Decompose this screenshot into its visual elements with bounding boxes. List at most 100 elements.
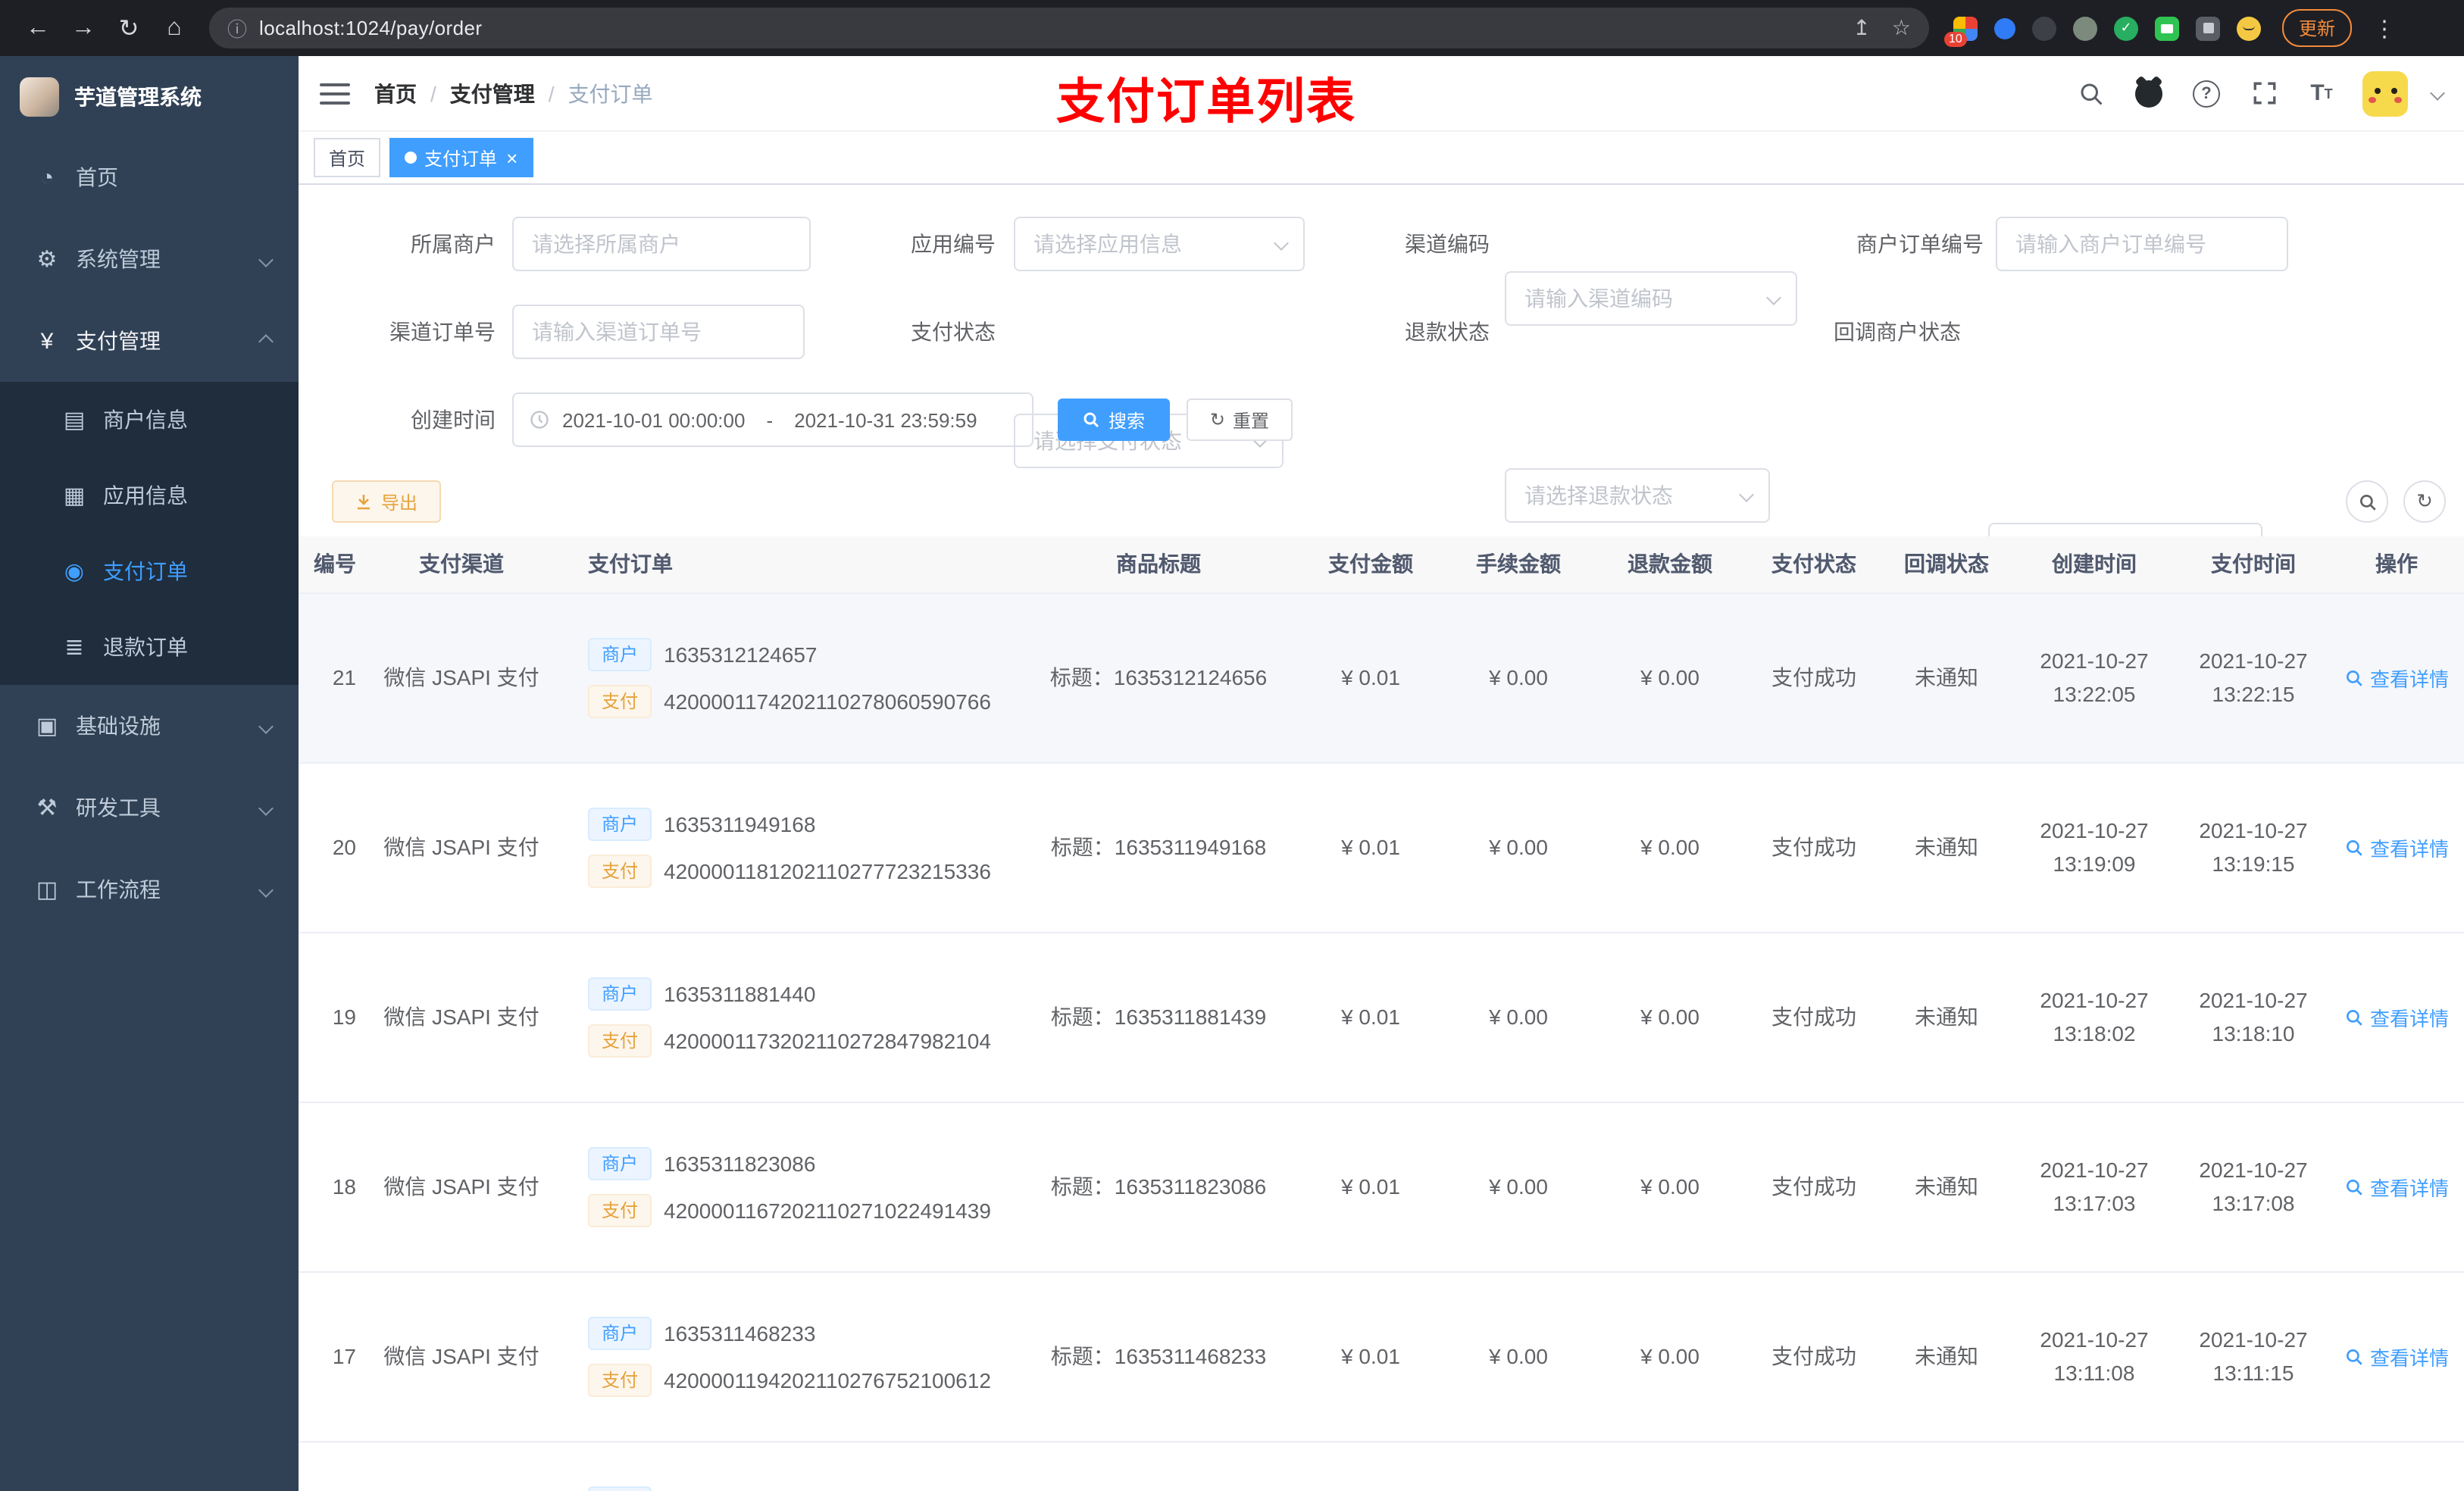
create-date: 2021-10-27 xyxy=(2040,818,2149,842)
sidebar-item-label: 工作流程 xyxy=(76,877,161,902)
filter-label-channel-order-no: 渠道订单号 xyxy=(389,320,496,344)
pay-order-no: 4200001167202110271022491439 xyxy=(664,1198,991,1222)
extension-colorful-icon[interactable]: 10 xyxy=(1944,16,1978,46)
export-button[interactable]: 导出 xyxy=(332,480,441,523)
sidebar-item-home[interactable]: ◔ 首页 xyxy=(0,136,299,218)
app-no-select[interactable]: 请选择应用信息 xyxy=(1014,217,1305,271)
app-logo-image xyxy=(20,77,59,116)
browser-chrome: ← → ↻ ⌂ ⓘ localhost:1024/pay/order ↥ ☆ 1… xyxy=(0,0,2464,56)
reload-button[interactable]: ↻ xyxy=(106,5,152,51)
column-header: 支付状态 xyxy=(1771,552,1856,577)
sidebar-item-app-info[interactable]: ▦ 应用信息 xyxy=(0,458,299,533)
select-placeholder: 请输入渠道编码 xyxy=(1524,286,1673,311)
extension-badge: 10 xyxy=(1944,31,1967,46)
view-detail-link[interactable]: 查看详情 xyxy=(2344,1342,2449,1371)
extension-check-icon[interactable]: ✓ xyxy=(2114,16,2138,40)
view-detail-link[interactable]: 查看详情 xyxy=(2344,1002,2449,1031)
bookmark-star-icon[interactable]: ☆ xyxy=(1892,15,1911,41)
forward-button[interactable]: → xyxy=(61,5,106,51)
site-info-icon[interactable]: ⓘ xyxy=(227,14,247,42)
filter-label-merchant-order-no: 商户订单编号 xyxy=(1856,232,1984,256)
pay-channel: 微信 JSAPI 支付 xyxy=(383,835,539,859)
reset-button[interactable]: ↻ 重置 xyxy=(1187,399,1293,441)
search-icon xyxy=(2346,1008,2362,1025)
merchant-order-no: 1635311949168 xyxy=(664,811,816,836)
sidebar-item-label: 商户信息 xyxy=(103,408,188,432)
merchant-tag: 商户 xyxy=(588,807,652,840)
search-icon xyxy=(2346,1178,2362,1195)
order-id: 21 xyxy=(332,665,356,689)
extensions-puzzle-icon[interactable] xyxy=(2196,16,2220,40)
sidebar-item-refund-order[interactable]: ≣ 退款订单 xyxy=(0,609,299,685)
fee-amount: ¥ 0.00 xyxy=(1489,1005,1548,1029)
extension-drop-icon[interactable] xyxy=(1994,17,2015,39)
sidebar-item-pay-order[interactable]: ◉ 支付订单 xyxy=(0,533,299,609)
sidebar-item-dev-tools[interactable]: ⚒ 研发工具 xyxy=(0,767,299,849)
github-icon[interactable] xyxy=(2132,77,2165,110)
close-icon[interactable]: × xyxy=(506,148,518,167)
channel-order-no-input[interactable] xyxy=(512,305,805,359)
share-icon[interactable]: ↥ xyxy=(1853,15,1870,41)
help-icon[interactable]: ? xyxy=(2190,77,2223,110)
pay-amount: ¥ 0.01 xyxy=(1341,665,1400,689)
merchant-order-no-input[interactable] xyxy=(1996,217,2288,271)
pay-amount: ¥ 0.01 xyxy=(1341,1005,1400,1029)
table-header-row: 编号 支付渠道 支付订单 商品标题 支付金额 手续金额 退款金额 支付状态 回调… xyxy=(299,536,2464,593)
reset-button-label: 重置 xyxy=(1233,410,1270,431)
export-button-label: 导出 xyxy=(380,492,417,513)
back-button[interactable]: ← xyxy=(15,5,61,51)
sidebar-item-workflow[interactable]: ◫ 工作流程 xyxy=(0,849,299,930)
avatar[interactable] xyxy=(2362,70,2408,116)
browser-menu-icon[interactable]: ⋮ xyxy=(2370,14,2399,42)
breadcrumb-item-payment[interactable]: 支付管理 xyxy=(450,78,535,108)
browser-update-button[interactable]: 更新 xyxy=(2282,9,2353,47)
main-content: 所属商户 应用编号 请选择应用信息 渠道编码 请输入渠道编码 商户订单编号 渠道… xyxy=(299,185,2464,1491)
sidebar-submenu-payment: ▤ 商户信息 ▦ 应用信息 ◉ 支付订单 ≣ 退款订单 xyxy=(0,382,299,685)
extension-smiley-icon[interactable] xyxy=(2237,16,2261,40)
refund-status-select[interactable]: 请选择退款状态 xyxy=(1505,468,1770,523)
table-row: 21 微信 JSAPI 支付 商户 1635312124657 支付 4200001… xyxy=(299,592,2464,763)
active-tab-dot xyxy=(405,152,417,164)
notify-status: 未通知 xyxy=(1915,1005,1978,1029)
notify-status: 未通知 xyxy=(1915,1344,1978,1368)
create-time-range-picker[interactable]: 2021-10-01 00:00:00 - 2021-10-31 23:59:5… xyxy=(512,392,1033,447)
chevron-down-icon[interactable] xyxy=(2430,86,2445,101)
view-detail-link[interactable]: 查看详情 xyxy=(2344,663,2449,692)
extension-chat-icon[interactable] xyxy=(2155,16,2179,40)
refresh-table-button[interactable]: ↻ xyxy=(2403,480,2446,523)
sidebar-toggle-icon[interactable] xyxy=(320,83,350,104)
check-icon: ✓ xyxy=(2120,20,2132,35)
extension-gray-icon[interactable] xyxy=(2073,16,2097,40)
view-detail-link[interactable]: 查看详情 xyxy=(2344,833,2449,861)
toggle-search-button[interactable] xyxy=(2346,480,2388,523)
search-button[interactable]: 搜索 xyxy=(1058,399,1170,441)
sidebar-item-payment[interactable]: ¥ 支付管理 xyxy=(0,300,299,382)
sidebar-item-merchant-info[interactable]: ▤ 商户信息 xyxy=(0,382,299,458)
sidebar-item-infrastructure[interactable]: ▣ 基础设施 xyxy=(0,685,299,767)
font-size-icon[interactable]: TT xyxy=(2305,77,2338,110)
pay-channel: 微信 JSAPI 支付 xyxy=(383,1174,539,1199)
home-button[interactable]: ⌂ xyxy=(152,5,197,51)
order-id: 19 xyxy=(332,1005,356,1029)
tab-pay-order[interactable]: 支付订单 × xyxy=(389,138,533,177)
extension-dark-icon[interactable] xyxy=(2032,16,2056,40)
page-title: 支付订单列表 xyxy=(1056,74,1357,129)
create-date: 2021-10-27 xyxy=(2040,1158,2149,1182)
breadcrumb-separator: / xyxy=(430,81,436,105)
sidebar-item-label: 基础设施 xyxy=(76,714,161,738)
tabs-bar: 首页 支付订单 × xyxy=(299,132,2464,185)
fullscreen-icon[interactable] xyxy=(2247,77,2281,110)
search-icon[interactable] xyxy=(2075,77,2108,110)
view-detail-link[interactable]: 查看详情 xyxy=(2344,1172,2449,1201)
tab-home[interactable]: 首页 xyxy=(314,138,381,177)
breadcrumb-item-home[interactable]: 首页 xyxy=(374,78,417,108)
url-bar[interactable]: ⓘ localhost:1024/pay/order ↥ ☆ xyxy=(209,8,1929,48)
channel-code-select[interactable]: 请输入渠道编码 xyxy=(1505,271,1797,326)
search-button-label: 搜索 xyxy=(1108,410,1145,431)
pay-tag: 支付 xyxy=(588,1363,652,1396)
merchant-input[interactable] xyxy=(512,217,811,271)
column-header: 商品标题 xyxy=(1116,552,1201,577)
tools-icon: ⚒ xyxy=(36,796,58,821)
sidebar-item-system[interactable]: ⚙ 系统管理 xyxy=(0,218,299,300)
create-time: 13:22:05 xyxy=(2053,682,2136,706)
